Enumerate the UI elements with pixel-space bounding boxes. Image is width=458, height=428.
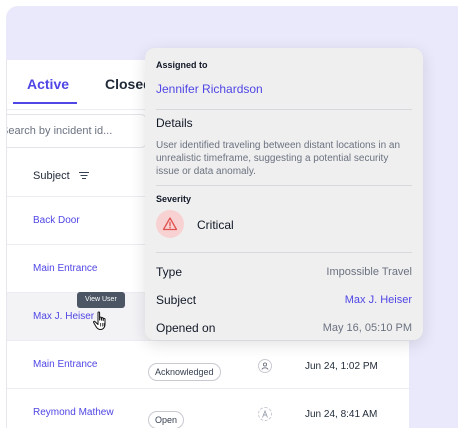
incident-details-popover: Assigned to Jennifer Richardson Details … bbox=[145, 48, 423, 340]
column-header-subject[interactable]: Subject bbox=[33, 170, 70, 182]
severity-indicator bbox=[156, 210, 184, 238]
user-avatar-icon[interactable] bbox=[258, 359, 272, 373]
row-subject-link[interactable]: Reymond Mathew bbox=[33, 407, 114, 418]
details-heading: Details bbox=[156, 116, 193, 130]
table-row[interactable]: Reymond Mathew Open Jun 24, 8:41 AM bbox=[7, 388, 409, 428]
row-subject-link[interactable]: Main Entrance bbox=[33, 263, 97, 274]
tab-active[interactable]: Active bbox=[27, 76, 69, 92]
subject-value-link[interactable]: Max J. Heiser bbox=[345, 294, 412, 306]
opened-on-value: May 16, 05:10 PM bbox=[322, 322, 412, 334]
subject-label: Subject bbox=[156, 293, 197, 307]
view-user-tooltip: View User bbox=[77, 292, 125, 308]
warning-triangle-icon bbox=[162, 217, 178, 231]
opened-on-label: Opened on bbox=[156, 321, 216, 335]
row-date: Jun 24, 1:02 PM bbox=[305, 361, 378, 372]
status-badge: Acknowledged bbox=[148, 363, 221, 381]
severity-label: Severity bbox=[156, 194, 192, 204]
unassigned-avatar-icon[interactable] bbox=[258, 407, 272, 421]
status-badge: Open bbox=[148, 411, 185, 428]
assignee-link[interactable]: Jennifer Richardson bbox=[156, 82, 263, 96]
row-subject-link[interactable]: Back Door bbox=[33, 215, 80, 226]
tab-active-indicator bbox=[13, 102, 77, 104]
search-box bbox=[7, 114, 161, 148]
assigned-to-label: Assigned to bbox=[156, 60, 208, 70]
type-label: Type bbox=[156, 265, 183, 279]
search-input[interactable] bbox=[7, 115, 161, 147]
row-date: Jun 24, 8:41 AM bbox=[305, 409, 378, 420]
severity-value: Critical bbox=[197, 218, 234, 232]
divider bbox=[156, 109, 412, 110]
row-subject-link[interactable]: Main Entrance bbox=[33, 359, 97, 370]
filter-icon[interactable] bbox=[79, 172, 89, 180]
hand-cursor-icon bbox=[93, 311, 106, 330]
type-value: Impossible Travel bbox=[326, 266, 412, 278]
details-text: User identified traveling between distan… bbox=[156, 140, 401, 177]
divider bbox=[156, 185, 412, 186]
row-subject-link[interactable]: Max J. Heiser bbox=[33, 311, 94, 322]
table-row[interactable]: Main Entrance Acknowledged Jun 24, 1:02 … bbox=[7, 340, 409, 388]
divider bbox=[156, 252, 412, 253]
